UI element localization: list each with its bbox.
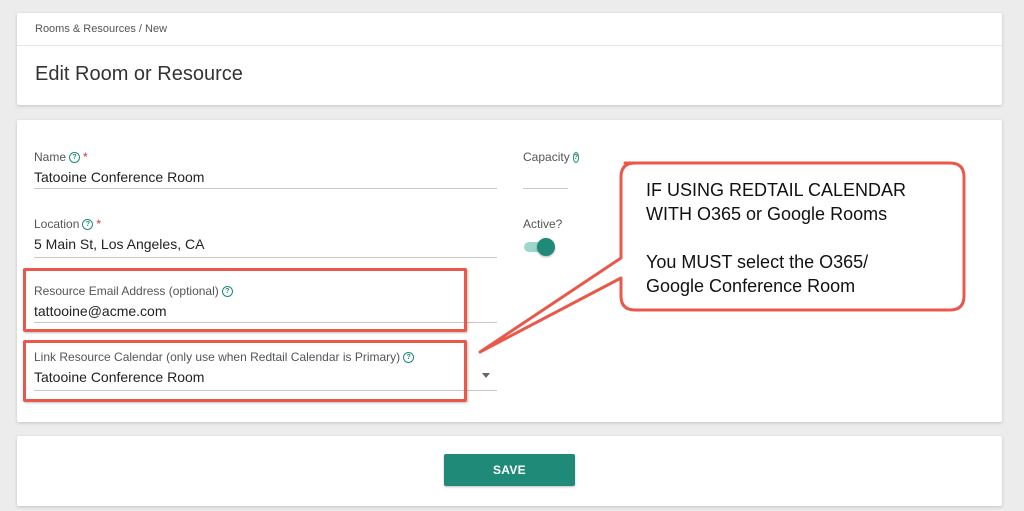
breadcrumb[interactable]: Rooms & Resources / New xyxy=(35,23,167,35)
name-label-text: Name xyxy=(34,150,67,164)
actions-card: SAVE xyxy=(17,436,1002,506)
active-field: Active? xyxy=(523,217,562,231)
capacity-label-text: Capacity xyxy=(523,150,570,164)
page-title: Edit Room or Resource xyxy=(35,63,243,85)
capacity-label: Capacity ? xyxy=(523,150,579,164)
name-label: Name ? * xyxy=(34,150,497,164)
toggle-knob xyxy=(537,238,555,256)
name-input[interactable]: Tatooine Conference Room xyxy=(34,169,497,185)
location-input[interactable]: 5 Main St, Los Angeles, CA xyxy=(34,236,497,252)
help-icon[interactable]: ? xyxy=(69,151,81,163)
callout-line: WITH O365 or Google Rooms xyxy=(646,204,888,224)
callout-line: IF USING REDTAIL CALENDAR xyxy=(646,180,907,200)
active-label: Active? xyxy=(523,217,563,231)
name-field[interactable]: Name ? * Tatooine Conference Room xyxy=(34,150,497,189)
required-marker: * xyxy=(83,150,88,164)
location-label: Location ? * xyxy=(34,217,497,231)
name-underline xyxy=(34,188,497,189)
location-underline xyxy=(34,257,497,258)
help-icon[interactable]: ? xyxy=(82,218,94,230)
email-highlight-box xyxy=(23,268,467,332)
required-marker: * xyxy=(96,217,102,231)
callout-line: You MUST select the O365/ xyxy=(646,252,869,272)
chevron-down-icon[interactable] xyxy=(482,373,490,378)
callout-line: Google Conference Room xyxy=(646,276,856,296)
capacity-underline xyxy=(523,188,568,189)
help-icon[interactable]: ? xyxy=(572,151,579,163)
active-toggle[interactable] xyxy=(522,238,555,256)
location-field[interactable]: Location ? * 5 Main St, Los Angeles, CA xyxy=(34,217,497,258)
location-label-text: Location xyxy=(34,217,80,231)
header-divider xyxy=(17,45,1002,46)
callout-text: IF USING REDTAIL CALENDAR WITH O365 or G… xyxy=(646,178,956,298)
header-card: Rooms & Resources / New Edit Room or Res… xyxy=(17,13,1002,105)
calendar-highlight-box xyxy=(23,340,467,402)
capacity-field[interactable]: Capacity ? xyxy=(523,150,579,189)
save-button[interactable]: SAVE xyxy=(444,454,575,486)
